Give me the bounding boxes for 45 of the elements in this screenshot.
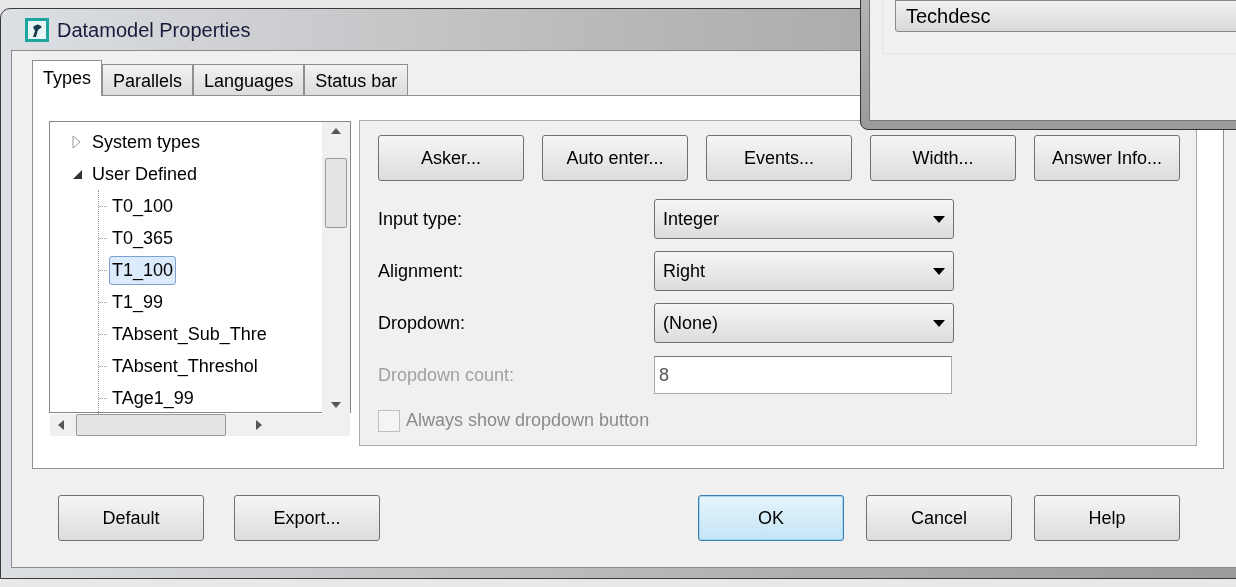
tab[interactable]: Status bar xyxy=(304,64,409,95)
dropdown[interactable]: Integer xyxy=(654,199,954,239)
footer-button[interactable]: Cancel xyxy=(866,495,1012,541)
field-label: Input type: xyxy=(378,207,464,231)
tab[interactable]: Types xyxy=(32,60,103,96)
tree-item[interactable]: TAge1_99 xyxy=(109,383,197,413)
tree-item[interactable]: T0_100 xyxy=(109,191,177,221)
footer-button[interactable]: OK xyxy=(698,495,844,541)
action-button[interactable]: Auto enter... xyxy=(542,135,688,181)
tree-item[interactable]: T1_100 xyxy=(109,255,177,285)
tree-item[interactable]: TAbsent_Sub_Thre xyxy=(109,319,270,349)
dropdown-arrow-icon xyxy=(933,215,945,223)
dropdown[interactable]: (None) xyxy=(654,303,954,343)
dropdown-arrow-icon xyxy=(933,319,945,327)
scroll-left-icon[interactable] xyxy=(58,420,64,430)
tree-item[interactable]: User Defined xyxy=(90,160,200,188)
field-label: Alignment: xyxy=(378,259,465,283)
action-button[interactable]: Width... xyxy=(870,135,1016,181)
checkbox-label: Always show dropdown button xyxy=(406,409,650,432)
footer-button[interactable]: Default xyxy=(58,495,204,541)
list-item[interactable]: Techdesc xyxy=(895,0,1236,32)
action-button[interactable]: Answer Info... xyxy=(1034,135,1180,181)
footer-button[interactable]: Help xyxy=(1034,495,1180,541)
tree-item[interactable]: TAbsent_Threshol xyxy=(109,351,261,381)
footer-button[interactable]: Export... xyxy=(234,495,380,541)
action-button[interactable]: Asker... xyxy=(378,135,524,181)
horizontal-scrollbar[interactable] xyxy=(50,414,350,436)
dropdown-arrow-icon xyxy=(933,267,945,275)
dropdown[interactable]: Right xyxy=(654,251,954,291)
tab[interactable]: Languages xyxy=(193,64,305,95)
tree-item[interactable]: T1_99 xyxy=(109,287,167,317)
vertical-scrollbar[interactable] xyxy=(322,122,350,414)
scroll-thumb[interactable] xyxy=(76,414,226,436)
scroll-right-icon[interactable] xyxy=(256,420,262,430)
scroll-up-icon[interactable] xyxy=(331,128,341,134)
tab[interactable]: Parallels xyxy=(102,64,194,95)
app-logo-icon xyxy=(25,17,49,42)
field-label: Dropdown count: xyxy=(378,363,516,387)
field-label: Dropdown: xyxy=(378,311,467,335)
scroll-thumb[interactable] xyxy=(325,158,347,228)
tree-item[interactable]: System types xyxy=(90,128,203,156)
tree-item[interactable]: T0_365 xyxy=(109,223,177,253)
scroll-down-icon[interactable] xyxy=(331,402,341,408)
window-title: Datamodel Properties xyxy=(57,17,251,43)
action-button[interactable]: Events... xyxy=(706,135,852,181)
